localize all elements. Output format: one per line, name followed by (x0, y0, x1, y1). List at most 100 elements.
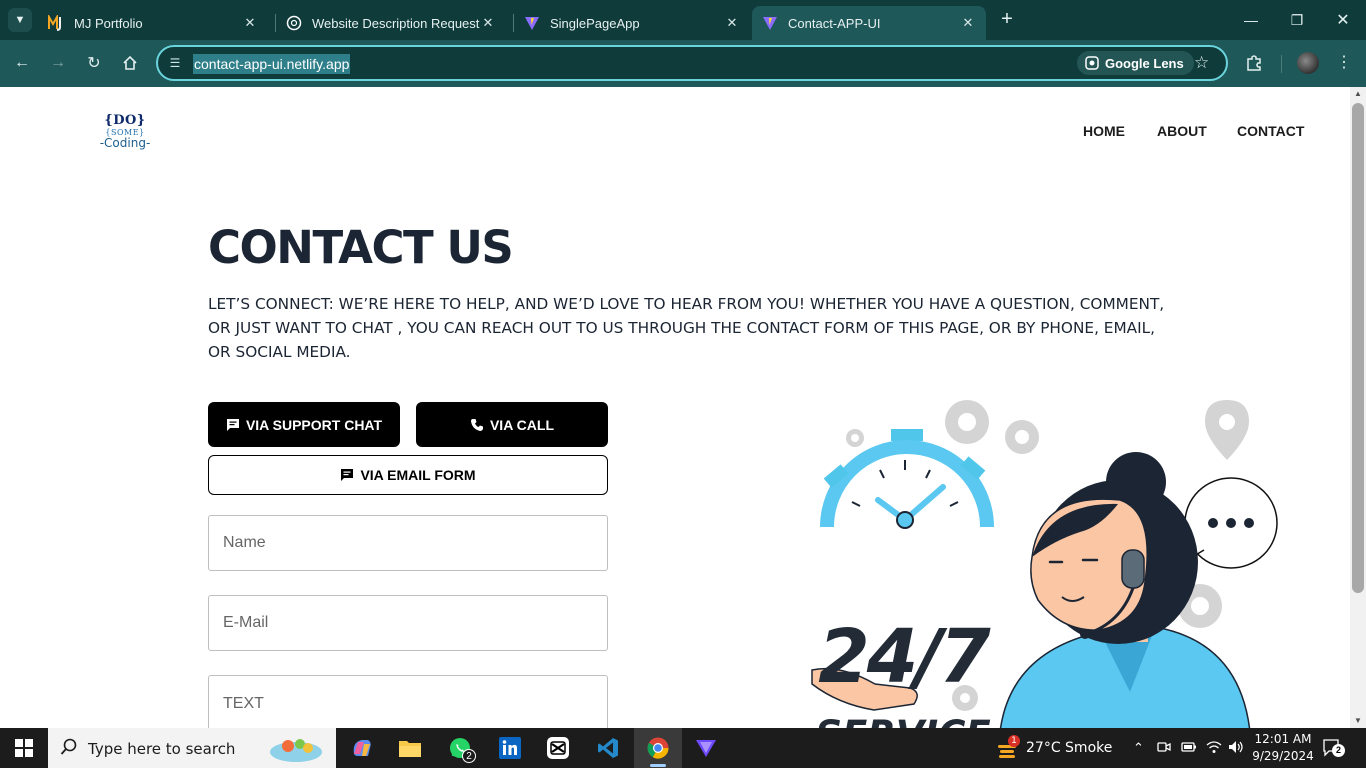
browser-tab-bar: ▼ MJ Portfolio ✕ Website Description Req… (0, 0, 1366, 40)
message-icon (340, 468, 354, 482)
email-field (208, 595, 608, 651)
active-indicator (650, 764, 666, 767)
chrome-icon (647, 737, 669, 759)
nav-contact[interactable]: CONTACT (1237, 123, 1304, 139)
scroll-thumb[interactable] (1352, 103, 1364, 593)
taskbar-capcut[interactable] (534, 728, 582, 768)
browser-menu-icon[interactable]: ⋮ (1336, 52, 1352, 74)
tab-title: MJ Portfolio (74, 15, 143, 31)
start-button[interactable] (0, 728, 48, 768)
home-icon (123, 55, 137, 70)
whatsapp-badge: 2 (462, 749, 476, 763)
site-logo[interactable]: {DO} {SOME} -Coding- (98, 114, 152, 150)
new-tab-button[interactable]: + (996, 8, 1018, 32)
name-field (208, 515, 608, 571)
chevron-up-icon[interactable]: ⌃ (1133, 740, 1144, 756)
weather-icon: 1 (996, 735, 1020, 759)
profile-avatar[interactable] (1297, 52, 1319, 74)
mj-logo-icon (48, 15, 64, 31)
taskbar-chrome[interactable] (634, 728, 682, 768)
weather-text: 27°C Smoke (1026, 740, 1113, 756)
message-input[interactable] (209, 676, 607, 728)
message-field (208, 675, 608, 728)
back-button[interactable]: ← (10, 51, 34, 75)
tab-website-description[interactable]: Website Description Request ✕ (276, 6, 506, 40)
taskbar-whatsapp[interactable]: 2 (436, 728, 484, 768)
search-placeholder: Type here to search (88, 740, 236, 758)
nav-home[interactable]: HOME (1083, 123, 1125, 139)
scroll-down-icon[interactable]: ▼ (1350, 714, 1366, 728)
call-label: VIA CALL (489, 416, 555, 433)
vite-icon (762, 15, 778, 31)
url-text[interactable]: contact-app-ui.netlify.app (193, 54, 351, 74)
logo-line-3: -Coding- (99, 136, 151, 150)
support-chat-button[interactable]: VIA SUPPORT CHAT (208, 402, 400, 447)
clock-time: 12:01 AM (1254, 732, 1312, 746)
support-illustration: 24/7 SERVICE (811, 400, 1278, 728)
folder-icon (399, 741, 421, 757)
tab-search-button[interactable]: ▼ (8, 8, 32, 32)
call-button[interactable]: VIA CALL (416, 402, 608, 447)
google-lens-button[interactable]: Google Lens (1077, 51, 1194, 75)
home-button[interactable] (118, 51, 142, 75)
site-info-icon[interactable]: ☰ (167, 55, 183, 71)
support-chat-label: VIA SUPPORT CHAT (245, 416, 383, 433)
extensions-icon[interactable] (1243, 52, 1265, 74)
taskbar-proton-vpn[interactable] (682, 728, 730, 768)
clock-date: 9/29/2024 (1252, 749, 1314, 763)
copilot-icon (353, 740, 371, 756)
tab-singlepageapp[interactable]: SinglePageApp ✕ (514, 6, 750, 40)
weather-widget[interactable]: 1 27°C Smoke (996, 728, 1112, 768)
forward-button[interactable]: → (46, 51, 70, 75)
speech-bubble-icon (1182, 477, 1278, 569)
illustration-247-text: 24/7 (818, 614, 991, 700)
volume-icon[interactable] (1228, 740, 1244, 757)
linkedin-icon (499, 737, 521, 759)
minimize-button[interactable]: — (1228, 0, 1274, 40)
chat-icon (226, 418, 240, 432)
toolbar-separator (1281, 55, 1282, 73)
battery-icon[interactable] (1181, 740, 1197, 757)
taskbar-search[interactable]: Type here to search (48, 728, 336, 768)
tab-contact-app-ui[interactable]: Contact-APP-UI ✕ (752, 6, 986, 40)
search-icon (60, 738, 77, 755)
name-input[interactable] (209, 516, 607, 570)
reload-button[interactable]: ↻ (82, 51, 106, 75)
close-icon[interactable]: ✕ (724, 15, 740, 31)
tab-title: SinglePageApp (550, 15, 640, 31)
logo-line-1: {DO} (104, 113, 146, 128)
bookmark-star-icon[interactable]: ☆ (1194, 53, 1209, 73)
scroll-up-icon[interactable]: ▲ (1350, 87, 1366, 101)
intro-text: LET’S CONNECT: WE’RE HERE TO HELP, AND W… (208, 295, 1165, 361)
tab-title: Contact-APP-UI (788, 15, 881, 31)
weather-badge: 1 (1008, 735, 1020, 747)
address-bar[interactable]: ☰ contact-app-ui.netlify.app Google Lens… (156, 45, 1228, 81)
system-clock[interactable]: 12:01 AM 9/29/2024 (1250, 731, 1316, 765)
taskbar-vscode[interactable] (584, 728, 632, 768)
taskbar-file-explorer[interactable] (386, 728, 434, 768)
web-page: {DO} {SOME} -Coding- HOME ABOUT CONTACT … (0, 87, 1350, 728)
windows-taskbar: Type here to search 2 1 27°C Smoke ⌃ 12:… (0, 728, 1366, 768)
browser-toolbar: ← → ↻ ☰ contact-app-ui.netlify.app Googl… (0, 40, 1366, 87)
restore-button[interactable]: ❐ (1274, 0, 1320, 40)
notification-count: 2 (1332, 744, 1345, 757)
email-input[interactable] (209, 596, 607, 650)
tab-title: Website Description Request (312, 15, 480, 31)
email-form-label: VIA EMAIL FORM (360, 467, 476, 483)
notification-center-button[interactable]: 2 (1322, 737, 1345, 759)
close-icon[interactable]: ✕ (480, 15, 496, 31)
email-form-button[interactable]: VIA EMAIL FORM (208, 455, 608, 495)
close-window-button[interactable]: ✕ (1320, 0, 1366, 40)
vite-icon (524, 15, 540, 31)
tab-mj-portfolio[interactable]: MJ Portfolio ✕ (38, 6, 268, 40)
taskbar-linkedin[interactable] (486, 728, 534, 768)
illustration-service-text: SERVICE (815, 713, 990, 728)
wifi-icon[interactable] (1206, 740, 1222, 757)
page-scrollbar[interactable]: ▲ ▼ (1350, 87, 1366, 728)
nav-about[interactable]: ABOUT (1157, 123, 1207, 139)
meet-now-icon[interactable] (1157, 740, 1171, 757)
taskbar-copilot[interactable] (338, 728, 386, 768)
close-icon[interactable]: ✕ (960, 15, 976, 31)
lens-icon (1085, 56, 1099, 70)
close-icon[interactable]: ✕ (242, 15, 258, 31)
